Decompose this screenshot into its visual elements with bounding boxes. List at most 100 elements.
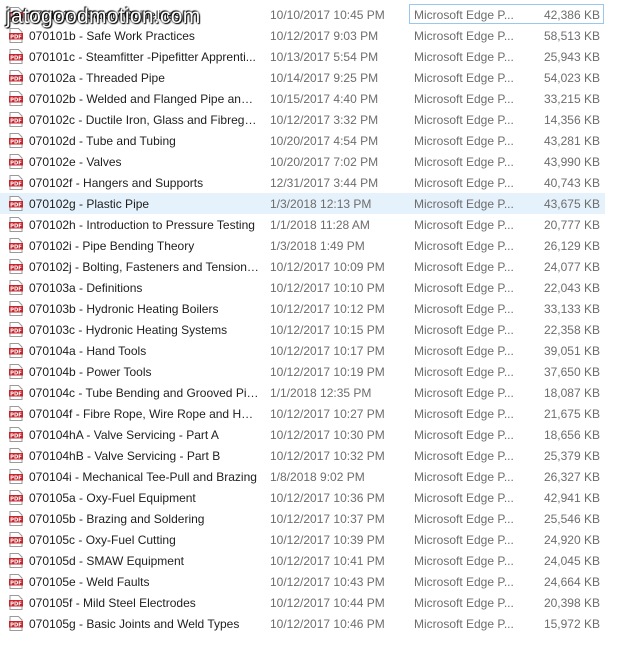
pdf-file-icon: PDF [9,301,23,316]
file-row[interactable]: PDF 070105f - Mild Steel Electrodes 10/12/… [0,592,605,613]
pdf-file-icon: PDF [9,427,23,442]
pdf-file-icon: PDF [9,490,23,505]
file-row[interactable]: PDF 070101b - Safe Work Practices 10/12/20… [0,25,605,46]
file-row[interactable]: PDF 070102a - Threaded Pipe 10/14/2017 9:2… [0,67,605,88]
file-type: Microsoft Edge P... [414,449,514,463]
file-row[interactable]: PDF 070105c - Oxy-Fuel Cutting 10/12/2017 … [0,529,605,550]
file-date-modified: 10/12/2017 10:15 PM [270,323,385,337]
file-date-modified: 10/20/2017 4:54 PM [270,134,379,148]
file-row[interactable]: PDF 070102b - Welded and Flanged Pipe and… [0,88,605,109]
pdf-file-icon: PDF [9,448,23,463]
file-type: Microsoft Edge P... [414,218,514,232]
pdf-file-icon: PDF [9,154,23,169]
file-row[interactable]: PDF 070104f - Fibre Rope, Wire Rope and H… [0,403,605,424]
file-name: 070101a - Safety Guidelines [29,8,181,22]
svg-text:PDF: PDF [10,601,22,607]
file-type: Microsoft Edge P... [414,554,514,568]
file-name: 070105g - Basic Joints and Weld Types [29,617,240,631]
svg-text:PDF: PDF [10,622,22,628]
file-size: 22,043 KB [543,281,600,295]
file-type: Microsoft Edge P... [414,197,514,211]
file-name: 070105e - Weld Faults [29,575,150,589]
file-name: 070102i - Pipe Bending Theory [29,239,195,253]
file-size: 43,675 KB [543,197,600,211]
file-row[interactable]: PDF 070102f - Hangers and Supports 12/31/2… [0,172,605,193]
pdf-file-icon: PDF [9,133,23,148]
file-row[interactable]: PDF 070101c - Steamfitter -Pipefitter App… [0,46,605,67]
file-name: 070104f - Fibre Rope, Wire Rope and Han.… [29,407,259,421]
file-type: Microsoft Edge P... [414,365,514,379]
pdf-file-icon: PDF [9,196,23,211]
file-size: 14,356 KB [543,113,600,127]
file-row[interactable]: PDF 070102h - Introduction to Pressure Te… [0,214,605,235]
pdf-file-icon: PDF [9,574,23,589]
file-name: 070102c - Ductile Iron, Glass and Fibreg… [29,113,259,127]
pdf-file-icon: PDF [9,469,23,484]
file-name: 070105b - Brazing and Soldering [29,512,205,526]
file-type: Microsoft Edge P... [414,533,514,547]
file-row[interactable]: PDF 070102j - Bolting, Fasteners and Tens… [0,256,605,277]
svg-text:PDF: PDF [10,34,22,40]
file-type: Microsoft Edge P... [414,239,514,253]
file-row[interactable]: PDF 070102d - Tube and Tubing 10/20/2017 4… [0,130,605,151]
file-name: 070102g - Plastic Pipe [29,197,150,211]
file-name: 070102h - Introduction to Pressure Testi… [29,218,255,232]
svg-text:PDF: PDF [10,118,22,124]
svg-text:PDF: PDF [10,139,22,145]
file-row[interactable]: PDF 070102e - Valves 10/20/2017 7:02 PM Mic… [0,151,605,172]
file-row[interactable]: PDF 070105e - Weld Faults 10/12/2017 10:43… [0,571,605,592]
file-size: 18,656 KB [543,428,600,442]
file-row[interactable]: PDF 070102i - Pipe Bending Theory 1/3/2018… [0,235,605,256]
file-type: Microsoft Edge P... [414,512,514,526]
file-size: 20,777 KB [543,218,600,232]
file-row[interactable]: PDF 070102c - Ductile Iron, Glass and Fib… [0,109,605,130]
file-date-modified: 10/12/2017 10:37 PM [270,512,385,526]
file-size: 40,743 KB [543,176,600,190]
file-row[interactable]: PDF 070104c - Tube Bending and Grooved Pi… [0,382,605,403]
file-type: Microsoft Edge P... [414,470,514,484]
file-row[interactable]: PDF 070105b - Brazing and Soldering 10/12/… [0,508,605,529]
file-row[interactable]: PDF 070103c - Hydronic Heating Systems 10/… [0,319,605,340]
file-size: 25,943 KB [543,50,600,64]
file-row[interactable]: PDF 070104i - Mechanical Tee-Pull and Bra… [0,466,605,487]
file-date-modified: 12/31/2017 3:44 PM [270,176,379,190]
file-row[interactable]: PDF 070104b - Power Tools 10/12/2017 10:19… [0,361,605,382]
file-type: Microsoft Edge P... [414,491,514,505]
file-size: 37,650 KB [543,365,600,379]
file-size: 18,087 KB [543,386,600,400]
pdf-file-icon: PDF [9,217,23,232]
svg-text:PDF: PDF [10,433,22,439]
file-type: Microsoft Edge P... [414,428,514,442]
file-date-modified: 10/12/2017 10:39 PM [270,533,385,547]
svg-text:PDF: PDF [10,559,22,565]
file-date-modified: 10/12/2017 10:43 PM [270,575,385,589]
pdf-file-icon: PDF [9,532,23,547]
file-type: Microsoft Edge P... [414,8,514,22]
svg-text:PDF: PDF [10,391,22,397]
file-row[interactable]: PDF 070102g - Plastic Pipe 1/3/2018 12:13 … [0,193,605,214]
pdf-file-icon: PDF [9,553,23,568]
file-name: 070105f - Mild Steel Electrodes [29,596,196,610]
file-row[interactable]: PDF 070104hA - Valve Servicing - Part A 10… [0,424,605,445]
file-row[interactable]: PDF 070105d - SMAW Equipment 10/12/2017 10… [0,550,605,571]
svg-text:PDF: PDF [10,475,22,481]
file-name: 070102e - Valves [29,155,122,169]
file-name: 070103c - Hydronic Heating Systems [29,323,228,337]
pdf-file-icon: PDF [9,70,23,85]
file-type: Microsoft Edge P... [414,575,514,589]
file-row[interactable]: PDF 070104a - Hand Tools 10/12/2017 10:17 … [0,340,605,361]
file-row[interactable]: PDF 070101a - Safety Guidelines 10/10/2017… [0,4,605,25]
file-type: Microsoft Edge P... [414,113,514,127]
file-size: 21,675 KB [543,407,600,421]
file-type: Microsoft Edge P... [414,386,514,400]
file-row[interactable]: PDF 070105g - Basic Joints and Weld Types… [0,613,605,634]
file-row[interactable]: PDF 070103b - Hydronic Heating Boilers 10/… [0,298,605,319]
svg-text:PDF: PDF [10,202,22,208]
file-type: Microsoft Edge P... [414,176,514,190]
svg-text:PDF: PDF [10,244,22,250]
file-row[interactable]: PDF 070105a - Oxy-Fuel Equipment 10/12/201… [0,487,605,508]
file-row[interactable]: PDF 070104hB - Valve Servicing - Part B 10… [0,445,605,466]
pdf-file-icon: PDF [9,112,23,127]
file-row[interactable]: PDF 070103a - Definitions 10/12/2017 10:10… [0,277,605,298]
file-type: Microsoft Edge P... [414,617,514,631]
